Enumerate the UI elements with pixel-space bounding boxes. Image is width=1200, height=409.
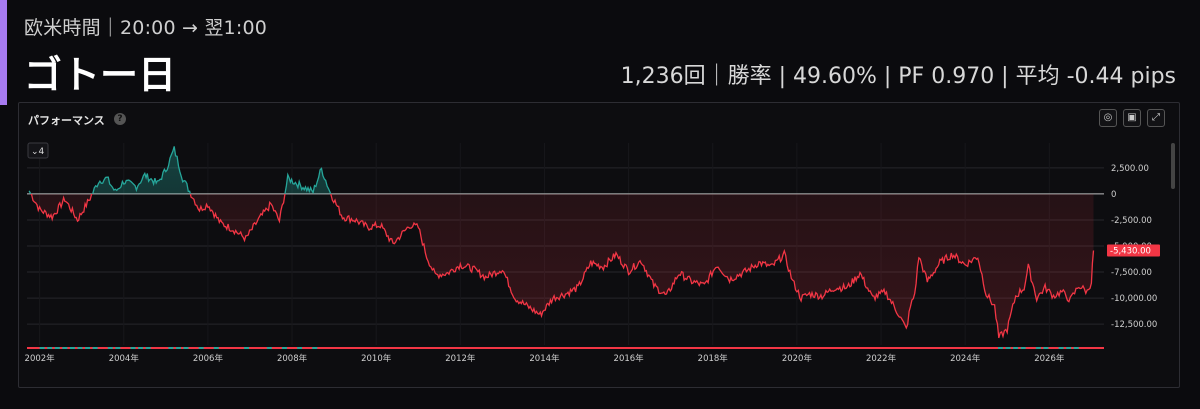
trade-strip-segment — [1013, 347, 1019, 349]
page-title: ゴトー日 — [24, 53, 177, 97]
trade-strip-segment — [1066, 347, 1072, 349]
stats-summary: 1,236回｜勝率 | 49.60% | PF 0.970 | 平均 -0.44… — [620, 64, 1176, 89]
performance-chart: 2,500.000-2,500.00-5,000.00-7,500.00-10,… — [25, 142, 1160, 364]
trade-strip-segment — [77, 347, 83, 349]
trade-strip-segment — [1073, 347, 1079, 349]
y-tick-label: 0 — [1111, 190, 1116, 200]
trade-strip-segment — [85, 347, 91, 349]
trade-strip-segment — [213, 347, 219, 349]
x-tick-label: 2024年 — [950, 353, 981, 364]
x-tick-label: 2022年 — [866, 353, 897, 364]
trade-strip-segment — [1043, 347, 1049, 349]
trade-strip-segment — [138, 347, 144, 349]
trade-strip-segment — [244, 347, 250, 349]
x-tick-label: 2014年 — [529, 353, 560, 364]
performance-panel: パフォーマンス ? ◎ ▣ ⤢ 2,500.000-2,500.00-5,000… — [18, 102, 1180, 388]
series-dropdown-label: ⌄4 — [31, 147, 45, 157]
trade-strip-segment — [1035, 347, 1041, 349]
trade-strip-segment — [130, 347, 136, 349]
x-tick-label: 2020年 — [782, 353, 813, 364]
last-value-label: -5,430.00 — [1110, 246, 1151, 256]
trade-strip-segment — [266, 347, 272, 349]
trade-strip-segment — [997, 347, 1003, 349]
y-tick-label: -12,500.00 — [1111, 320, 1157, 330]
x-tick-label: 2010年 — [361, 353, 392, 364]
x-tick-label: 2012年 — [445, 353, 476, 364]
trade-strip-segment — [145, 347, 151, 349]
trade-strip-segment — [107, 347, 113, 349]
trade-strip-segment — [47, 347, 53, 349]
area-negative — [30, 193, 1094, 338]
trade-strip-segment — [69, 347, 75, 349]
trade-strip-segment — [62, 347, 68, 349]
x-tick-label: 2002年 — [25, 353, 56, 364]
y-tick-label: -10,000.00 — [1111, 294, 1157, 304]
x-tick-label: 2016年 — [614, 353, 645, 364]
trade-strip-segment — [54, 347, 60, 349]
trade-strip-segment — [312, 347, 318, 349]
x-tick-label: 2006年 — [193, 353, 224, 364]
trade-strip-segment — [1020, 347, 1026, 349]
trade-strip-segment — [198, 347, 204, 349]
trade-strip-segment — [168, 347, 174, 349]
trade-strip-segment — [175, 347, 181, 349]
x-tick-label: 2026年 — [1034, 353, 1065, 364]
trade-strip-segment — [115, 347, 121, 349]
trade-strip-segment — [1005, 347, 1011, 349]
trade-strip-segment — [297, 347, 303, 349]
trade-strip-segment — [92, 347, 98, 349]
trade-strip — [27, 347, 1104, 349]
y-tick-label: -7,500.00 — [1111, 268, 1152, 278]
trade-strip-segment — [183, 347, 189, 349]
x-tick-label: 2008年 — [277, 353, 308, 364]
y-tick-label: 2,500.00 — [1111, 164, 1149, 174]
x-tick-label: 2018年 — [698, 353, 729, 364]
accent-bar — [0, 0, 7, 105]
session-subtitle: 欧米時間｜20:00 → 翌1:00 — [24, 17, 268, 39]
trade-strip-segment — [39, 347, 45, 349]
trade-strip-segment — [1058, 347, 1064, 349]
y-tick-label: -2,500.00 — [1111, 216, 1152, 226]
x-tick-label: 2004年 — [109, 353, 140, 364]
trade-strip-segment — [281, 347, 287, 349]
